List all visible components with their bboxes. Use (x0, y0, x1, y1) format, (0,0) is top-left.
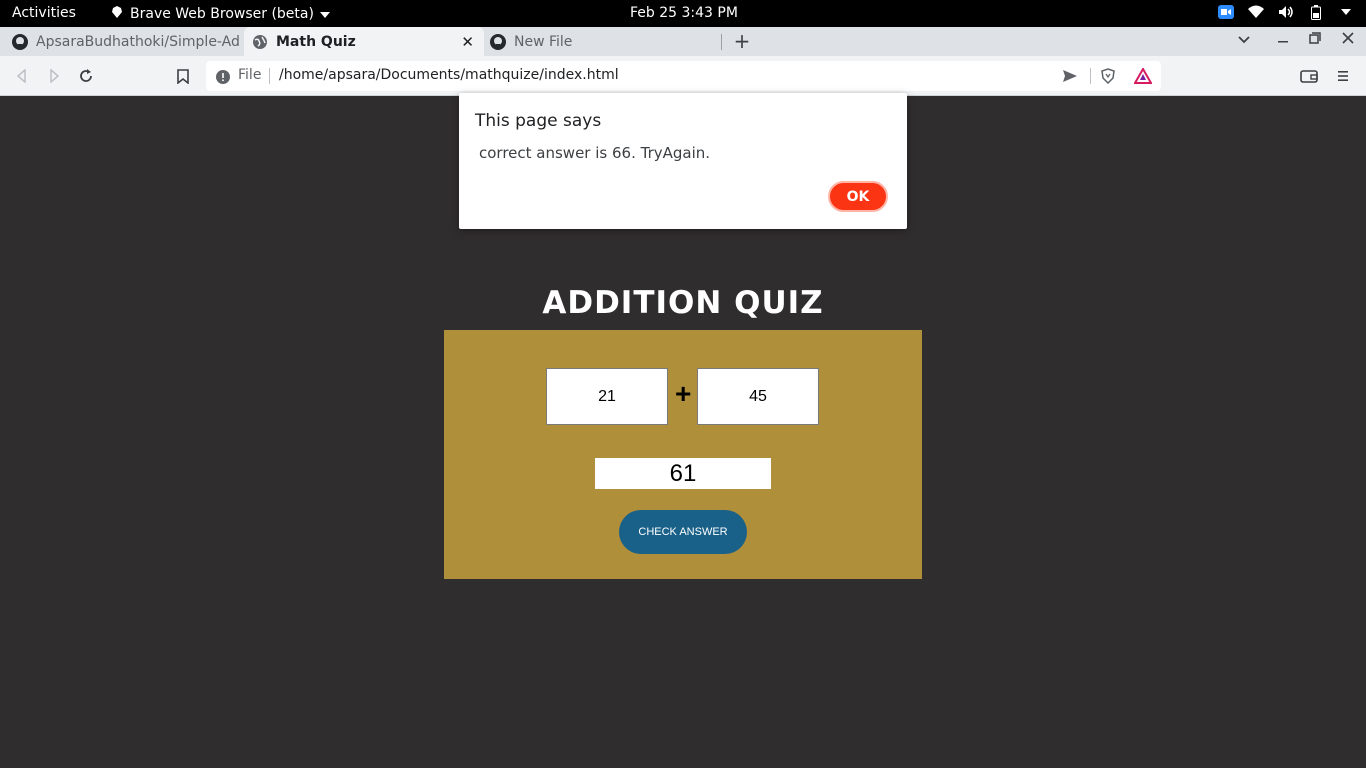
battery-icon[interactable] (1308, 4, 1324, 20)
tab-strip: ApsaraBudhathoki/Simple-Ad Math Quiz ✕ N… (0, 27, 1366, 56)
dialog-title: This page says (475, 111, 602, 131)
back-arrow-icon[interactable] (13, 67, 31, 85)
github-icon (12, 33, 28, 50)
omnibox-divider (1090, 68, 1091, 84)
url-text[interactable]: /home/apsara/Documents/mathquize/index.h… (279, 67, 619, 83)
brave-app-icon (110, 5, 124, 23)
tab-separator (721, 34, 722, 50)
activities-button[interactable]: Activities (12, 5, 76, 21)
close-window-icon[interactable] (1342, 32, 1354, 48)
app-name-label: Brave Web Browser (beta) (130, 6, 314, 22)
check-answer-button[interactable]: CHECK ANSWER (619, 510, 747, 554)
chevron-down-icon[interactable] (1338, 4, 1354, 20)
tab-github-repo[interactable]: ApsaraBudhathoki/Simple-Ad (12, 27, 242, 56)
restore-window-icon[interactable] (1309, 32, 1321, 48)
plus-operator: + (675, 378, 692, 409)
bookmark-icon[interactable] (174, 67, 192, 85)
wallet-icon[interactable] (1300, 68, 1318, 84)
wifi-icon[interactable] (1248, 4, 1264, 20)
brave-shields-icon[interactable] (1100, 68, 1116, 85)
url-scheme-label: File (238, 67, 262, 83)
alert-dialog: This page says correct answer is 66. Try… (459, 93, 907, 229)
close-tab-icon[interactable]: ✕ (461, 33, 474, 51)
info-icon[interactable] (216, 69, 230, 88)
new-tab-button[interactable]: + (733, 30, 751, 52)
zoom-meeting-icon[interactable] (1218, 4, 1234, 20)
reload-icon[interactable] (77, 67, 95, 85)
tab-label: ApsaraBudhathoki/Simple-Ad (36, 33, 240, 50)
tab-label: Math Quiz (276, 33, 356, 50)
brave-rewards-icon[interactable] (1133, 66, 1153, 84)
first-number-field[interactable]: 21 (546, 368, 668, 425)
second-number-field[interactable]: 45 (697, 368, 819, 425)
globe-icon (252, 34, 268, 50)
tab-search-chevron-icon[interactable] (1238, 32, 1250, 48)
clock[interactable]: Feb 25 3:43 PM (630, 5, 738, 21)
system-top-bar: Activities Brave Web Browser (beta) Feb … (0, 0, 1366, 27)
forward-arrow-icon[interactable] (45, 67, 63, 85)
tab-math-quiz[interactable]: Math Quiz ✕ (244, 27, 484, 56)
github-icon (490, 33, 506, 50)
page-title: ADDITION QUIZ (542, 285, 824, 321)
browser-toolbar: File /home/apsara/Documents/mathquize/in… (0, 56, 1366, 96)
ok-button[interactable]: OK (828, 181, 888, 212)
omnibox-divider (269, 68, 270, 84)
address-bar[interactable]: File /home/apsara/Documents/mathquize/in… (206, 61, 1161, 91)
system-tray[interactable] (1218, 4, 1354, 20)
answer-input[interactable]: 61 (595, 458, 771, 489)
tab-new-file[interactable]: New File (490, 27, 720, 56)
dialog-message: correct answer is 66. TryAgain. (479, 144, 711, 162)
volume-icon[interactable] (1278, 4, 1294, 20)
minimize-window-icon[interactable] (1277, 32, 1289, 48)
chevron-down-icon (319, 6, 330, 22)
quiz-panel: 21 + 45 61 CHECK ANSWER (444, 330, 922, 579)
hamburger-menu-icon[interactable] (1336, 68, 1354, 84)
share-send-icon[interactable] (1062, 68, 1078, 84)
app-menu[interactable]: Brave Web Browser (beta) (110, 5, 330, 23)
tab-label: New File (514, 33, 573, 50)
